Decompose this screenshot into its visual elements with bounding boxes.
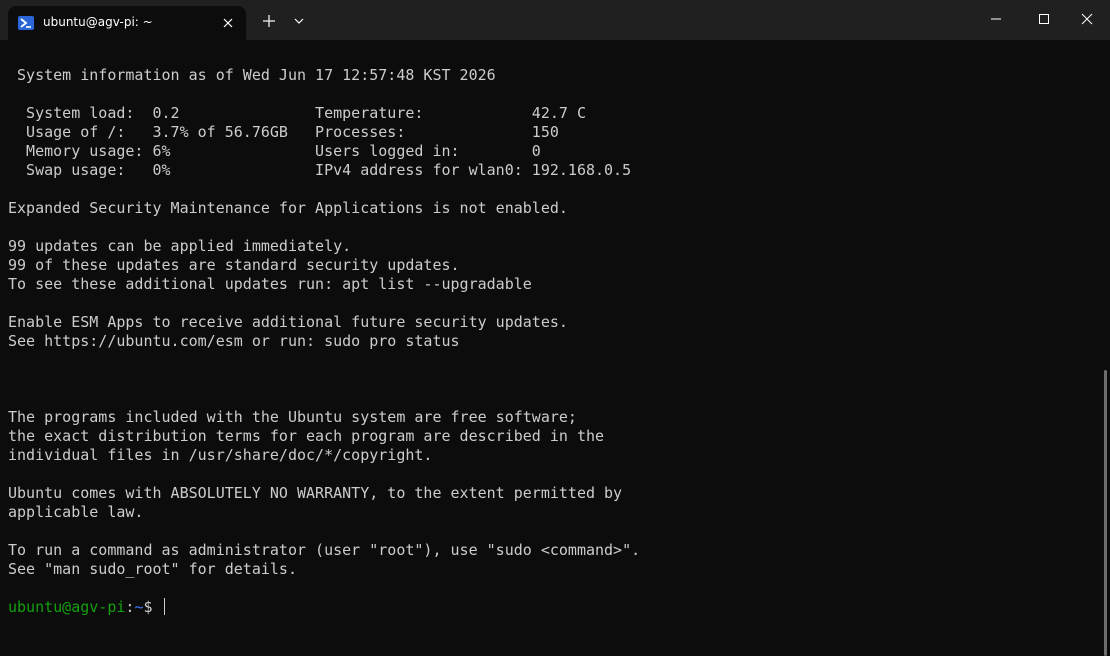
terminal-line: Usage of /: 3.7% of 56.76GB Processes: 1… [8,123,559,141]
terminal-line: 99 updates can be applied immediately. [8,237,352,255]
close-window-button[interactable] [1064,0,1110,40]
terminal-line: See "man sudo_root" for details. [8,560,297,578]
terminal-line: The programs included with the Ubuntu sy… [8,408,577,426]
maximize-icon [1039,14,1049,24]
prompt-user-host: ubuntu@agv-pi [8,598,126,616]
terminal-line: System load: 0.2 Temperature: 42.7 C [8,104,586,122]
plus-icon [263,15,275,27]
prompt-symbol: $ [143,598,162,616]
terminal-line: individual files in /usr/share/doc/*/cop… [8,446,433,464]
terminal-line: Enable ESM Apps to receive additional fu… [8,313,568,331]
tab-dropdown-button[interactable] [290,12,308,30]
terminal-line: To run a command as administrator (user … [8,541,641,559]
maximize-button[interactable] [1021,0,1067,40]
terminal-line: To see these additional updates run: apt… [8,275,532,293]
minimize-button[interactable] [973,0,1019,40]
scrollbar-thumb[interactable] [1104,370,1107,656]
shell-prompt[interactable]: ubuntu@agv-pi:~$ [8,598,165,617]
terminal-line: 99 of these updates are standard securit… [8,256,460,274]
terminal-line: Ubuntu comes with ABSOLUTELY NO WARRANTY… [8,484,623,502]
terminal-line: Memory usage: 6% Users logged in: 0 [8,142,541,160]
close-tab-icon[interactable] [220,15,236,31]
tab-title: ubuntu@agv-pi: ~ [43,15,153,29]
powershell-icon [18,16,34,30]
terminal-line: System information as of Wed Jun 17 12:5… [8,66,496,84]
terminal-tab[interactable]: ubuntu@agv-pi: ~ [8,6,246,40]
terminal-line: Expanded Security Maintenance for Applic… [8,199,568,217]
terminal-line: the exact distribution terms for each pr… [8,427,605,445]
title-bar: ubuntu@agv-pi: ~ [0,0,1110,40]
terminal-line: Swap usage: 0% IPv4 address for wlan0: 1… [8,161,632,179]
close-icon [1081,13,1093,25]
terminal-output[interactable]: System information as of Wed Jun 17 12:5… [0,40,1110,656]
terminal-line: See https://ubuntu.com/esm or run: sudo … [8,332,460,350]
text-cursor [163,598,165,615]
chevron-down-icon [294,18,304,24]
terminal-line: applicable law. [8,503,144,521]
new-tab-button[interactable] [260,12,278,30]
minimize-icon [991,18,1001,20]
